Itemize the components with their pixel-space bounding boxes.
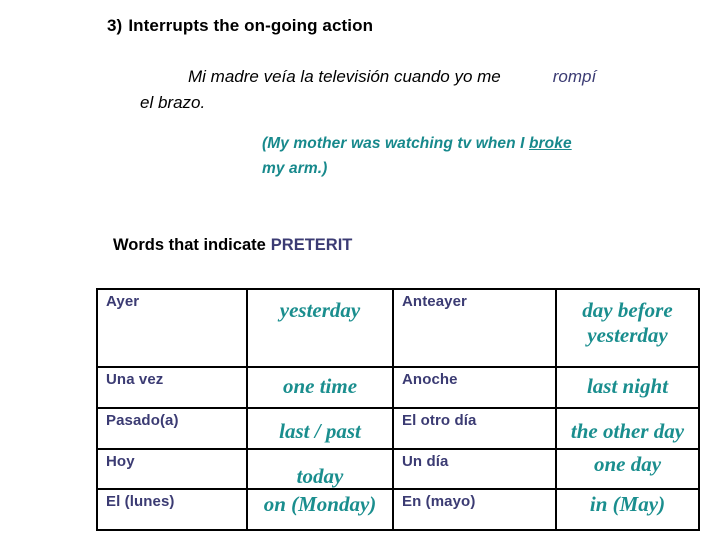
english-translation-tail: my arm.) [262, 160, 328, 177]
table-cell-english: day before yesterday [555, 287, 700, 369]
english-term: in (May) [589, 492, 666, 517]
spanish-term: Pasado(a) [106, 411, 179, 429]
english-term-continued: yesterday [587, 323, 668, 347]
spanish-term: Una vez [106, 371, 164, 389]
table-cell-english: in (May) [555, 488, 700, 531]
table-cell-english: one time [246, 366, 394, 409]
spanish-term: El otro día [402, 411, 477, 429]
page-title: 3) Interrupts the on-going action [107, 16, 373, 36]
table-cell-english: one day [555, 447, 700, 491]
spanish-preterit-verb: rompí [552, 67, 597, 86]
spanish-term: Hoy [106, 452, 135, 470]
table-cell-spanish: Una vez [96, 366, 248, 409]
table-cell-spanish: Anoche [392, 366, 557, 409]
english-term: last / past [279, 418, 361, 443]
slide-canvas: 3) Interrupts the on-going action Mi madr… [0, 0, 720, 540]
spanish-term: Anteayer [402, 293, 467, 310]
spanish-term: Un día [402, 452, 449, 470]
table-cell-spanish: El (lunes) [96, 488, 248, 531]
table-cell-english: yesterday [246, 287, 394, 369]
table-cell-english: last / past [246, 406, 394, 450]
preterit-words-table: Ayer yesterday Anteayer day before yeste… [96, 287, 700, 531]
table-cell-spanish: Ayer [96, 287, 248, 369]
spanish-clause-continued: el brazo. [140, 93, 206, 112]
spanish-term: En (mayo) [402, 493, 476, 511]
section-label: Words that indicate PRETERIT [113, 236, 352, 255]
section-label-emphasis: PRETERIT [270, 236, 353, 254]
spanish-example: Mi madre veía la televisión cuando yo me… [140, 64, 700, 116]
table-row: Una vez one time Anoche last night [96, 366, 700, 409]
english-term: one time [282, 374, 358, 399]
english-term: yesterday [279, 298, 361, 322]
english-term: on (Monday) [263, 492, 377, 517]
table-row: El (lunes) on (Monday) En (mayo) in (May… [96, 488, 700, 531]
preterit-words-table-wrapper: Ayer yesterday Anteayer day before yeste… [96, 287, 700, 531]
spanish-term: Anoche [402, 371, 458, 389]
table-cell-english: last night [555, 366, 700, 409]
table-row: Ayer yesterday Anteayer day before yeste… [96, 287, 700, 369]
table-cell-spanish: Anteayer [392, 287, 557, 369]
english-translation-lead: (My mother was watching tv when I [262, 135, 529, 152]
table-row: Pasado(a) last / past El otro día the ot… [96, 406, 700, 450]
spanish-term: Ayer [106, 293, 140, 310]
page-title-text: Interrupts the on-going action [128, 16, 374, 35]
table-cell-spanish: Pasado(a) [96, 406, 248, 450]
table-cell-spanish: Hoy [96, 447, 248, 491]
english-term: today [296, 463, 344, 488]
spanish-clause: Mi madre veía la televisión cuando yo me [188, 67, 501, 86]
english-translation: (My mother was watching tv when I broke … [262, 131, 692, 181]
table-cell-english: the other day [555, 406, 700, 450]
english-term: one day [593, 451, 662, 476]
english-term: day before [582, 298, 673, 322]
table-cell-spanish: En (mayo) [392, 488, 557, 531]
table-cell-spanish: Un día [392, 447, 557, 491]
page-title-number: 3) [107, 16, 123, 35]
table-cell-english: on (Monday) [246, 488, 394, 531]
spanish-term: El (lunes) [106, 493, 175, 511]
section-label-text: Words that indicate [113, 236, 266, 254]
table-row: Hoy today Un día one day [96, 447, 700, 491]
english-underlined-verb: broke [528, 135, 572, 152]
table-cell-spanish: El otro día [392, 406, 557, 450]
english-term: last night [586, 374, 669, 399]
english-term: the other day [570, 418, 685, 443]
table-cell-english: today [246, 447, 394, 491]
